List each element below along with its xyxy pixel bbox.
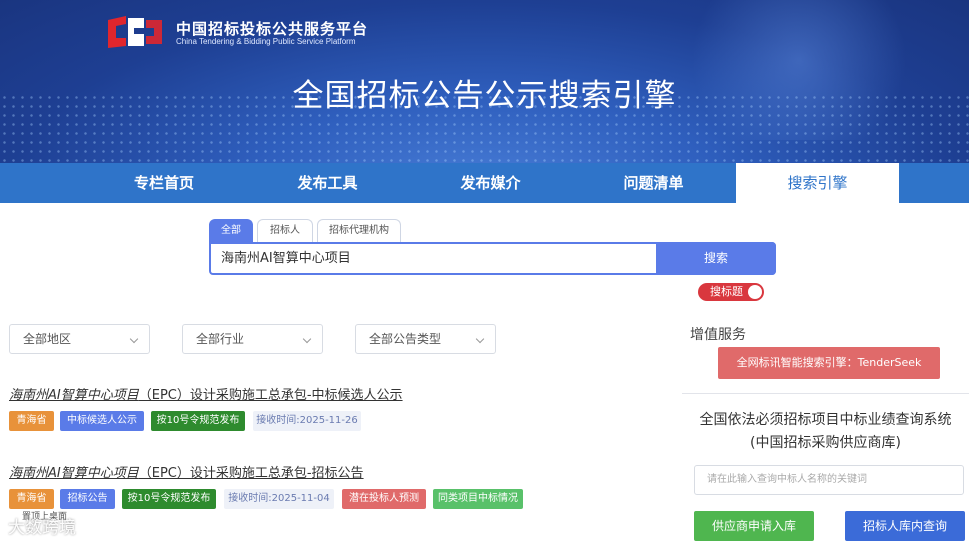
tag-received-time: 接收时间:2025-11-04 [224, 489, 334, 509]
nav-item-question-list[interactable]: 问题清单 [572, 163, 735, 203]
result-title-highlight: 海南州AI智算中心项目 [9, 388, 139, 403]
chevron-down-icon [302, 334, 312, 344]
brand-english-name: China Tendering & Bidding Public Service… [176, 37, 356, 46]
chevron-down-icon [129, 334, 139, 344]
result-title-highlight: 海南州AI智算中心项目 [9, 466, 139, 481]
nav-item-search-engine[interactable]: 搜索引擎 [736, 163, 899, 203]
industry-select[interactable]: 全部行业 [182, 324, 323, 354]
tag-province[interactable]: 青海省 [9, 411, 54, 431]
nav-item-publish-tools[interactable]: 发布工具 [246, 163, 409, 203]
search-button[interactable]: 搜索 [656, 242, 776, 275]
tag-similar-projects[interactable]: 同类项目中标情况 [433, 489, 523, 509]
query-system-title: 全国依法必须招标项目中标业绩查询系统 [699, 412, 952, 428]
region-select-value: 全部地区 [23, 332, 72, 346]
tag-received-time: 接收时间:2025-11-26 [253, 411, 361, 431]
sidebar-divider [682, 393, 969, 394]
industry-select-value: 全部行业 [196, 332, 245, 346]
toggle-label: 搜标题 [710, 285, 743, 298]
nav-item-home[interactable]: 专栏首页 [82, 163, 246, 203]
query-system-subtitle: (中国招标采购供应商库) [750, 435, 901, 451]
region-select[interactable]: 全部地区 [9, 324, 150, 354]
platform-logo-icon[interactable] [104, 14, 164, 50]
result-title-rest: （EPC）设计采购施工总承包-招标公告 [138, 466, 364, 481]
search-bar: 海南州AI智算中心项目 搜索 [209, 242, 776, 275]
chevron-down-icon [475, 334, 485, 344]
tag-compliance[interactable]: 按10号令规范发布 [151, 411, 245, 431]
title-search-toggle[interactable]: 搜标题 [698, 283, 764, 301]
result-title-link[interactable]: 海南州AI智算中心项目（EPC）设计采购施工总承包-中标候选人公示 [9, 384, 403, 403]
search-input[interactable]: 海南州AI智算中心项目 [221, 244, 351, 273]
tag-notice-type[interactable]: 中标候选人公示 [60, 411, 144, 431]
notice-type-select-value: 全部公告类型 [369, 332, 442, 346]
tenderseek-button[interactable]: 全网标讯智能搜索引擎：TenderSeek [718, 347, 940, 379]
nav-item-publish-media[interactable]: 发布媒介 [409, 163, 572, 203]
tab-tenderer[interactable]: 招标人 [257, 219, 313, 243]
tag-compliance[interactable]: 按10号令规范发布 [122, 489, 216, 509]
result-title-link[interactable]: 海南州AI智算中心项目（EPC）设计采购施工总承包-招标公告 [9, 462, 364, 481]
value-added-heading: 增值服务 [690, 327, 746, 343]
result-title-rest: （EPC）设计采购施工总承包-中标候选人公示 [138, 388, 403, 403]
tag-potential-bidders[interactable]: 潜在投标人预测 [342, 489, 426, 509]
tag-notice-type[interactable]: 招标公告 [60, 489, 115, 509]
notice-type-select[interactable]: 全部公告类型 [355, 324, 496, 354]
watermark-text: 大数跨境 [8, 518, 76, 538]
tag-province[interactable]: 青海省 [9, 489, 54, 509]
header-banner: 中国招标投标公共服务平台 China Tendering & Bidding P… [0, 0, 969, 163]
toggle-knob [748, 285, 762, 299]
tenderer-query-button[interactable]: 招标人库内查询 [845, 511, 965, 541]
tab-all[interactable]: 全部 [209, 219, 253, 243]
page-title: 全国招标公告公示搜索引擎 [292, 78, 677, 114]
supplier-apply-button[interactable]: 供应商申请入库 [694, 511, 814, 541]
brand-name: 中国招标投标公共服务平台 [176, 20, 369, 38]
tab-agency[interactable]: 招标代理机构 [317, 219, 401, 243]
main-nav: 专栏首页 发布工具 发布媒介 问题清单 搜索引擎 [0, 163, 969, 203]
winner-search-input[interactable]: 请在此输入查询中标人名称的关键词 [694, 465, 964, 495]
